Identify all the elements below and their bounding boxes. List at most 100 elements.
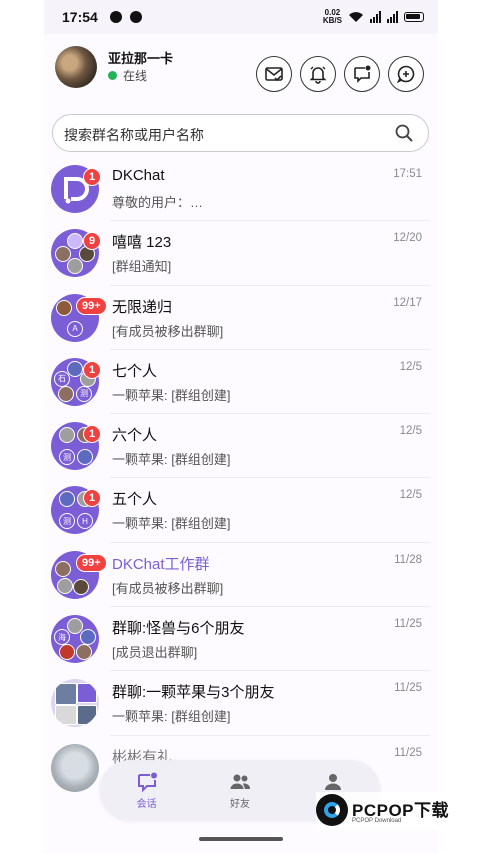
conversation-preview: 一颗苹果: [群组创建] xyxy=(112,516,231,532)
member-avatar xyxy=(55,683,77,706)
notification-button[interactable] xyxy=(300,56,336,92)
watermark-subtext: PCPOP Download xyxy=(352,818,402,824)
search-icon[interactable] xyxy=(394,123,414,143)
conversation-preview: 一颗苹果: [群组创建] xyxy=(112,709,231,725)
conversation-title: 七个人 xyxy=(112,362,158,380)
conversation-list: 1 DKChat 尊敬的用户：… 17:51 9 嘻嘻 123 [群组通知] 1… xyxy=(44,157,438,800)
member-avatar xyxy=(56,299,72,316)
conversation-preview: 尊敬的用户：… xyxy=(112,195,204,210)
member-avatar: 海 xyxy=(54,629,70,646)
friends-icon xyxy=(230,774,251,789)
member-avatar xyxy=(55,560,71,577)
list-item[interactable]: 1 DKChat 尊敬的用户：… 17:51 xyxy=(44,157,438,222)
conversation-time: 12/17 xyxy=(393,296,422,309)
member-avatar xyxy=(73,578,89,595)
member-avatar xyxy=(59,491,75,508)
unread-badge: 1 xyxy=(83,168,102,186)
mail-check-icon xyxy=(265,67,283,82)
tab-chats[interactable]: 会话 xyxy=(112,771,182,810)
avatar[interactable] xyxy=(55,46,97,88)
conversation-time: 12/5 xyxy=(399,425,422,438)
member-avatar xyxy=(55,705,77,726)
conversation-time: 11/28 xyxy=(394,553,422,566)
status-bar: 17:54 0.02 KB/S xyxy=(44,0,438,34)
message-dot-icon xyxy=(354,65,371,83)
member-avatar: 测 xyxy=(59,449,75,466)
conversation-preview: [有成员被移出群聊] xyxy=(112,580,224,596)
list-item[interactable]: 石 测 1 七个人 一颗苹果: [群组创建] 12/5 xyxy=(44,350,438,415)
conversation-title: 六个人 xyxy=(112,427,158,445)
conversation-time: 12/20 xyxy=(393,232,422,245)
new-chat-button[interactable] xyxy=(388,56,424,92)
member-avatar xyxy=(67,233,83,250)
list-item[interactable]: 海 群聊:怪兽与6个朋友 [成员退出群聊] 11/25 xyxy=(44,607,438,672)
member-avatar: 测 xyxy=(59,513,75,530)
member-avatar xyxy=(76,644,92,661)
conversation-preview: 一颗苹果: [群组创建] xyxy=(112,452,231,468)
mail-button[interactable] xyxy=(256,56,292,92)
member-avatar xyxy=(77,449,93,466)
list-item[interactable]: 测 1 六个人 一颗苹果: [群组创建] 12/5 xyxy=(44,414,438,479)
member-avatar xyxy=(77,683,97,704)
group-avatar xyxy=(51,679,99,728)
list-item[interactable]: 9 嘻嘻 123 [群组通知] 12/20 xyxy=(44,221,438,286)
member-avatar xyxy=(77,705,97,726)
chat-icon xyxy=(137,772,157,792)
bell-icon xyxy=(309,66,327,84)
conversation-title: DKChat xyxy=(112,167,165,184)
tab-label: 好友 xyxy=(229,798,250,810)
member-avatar xyxy=(67,258,83,275)
net-speed: 0.02 KB/S xyxy=(322,8,342,25)
member-avatar: 石 xyxy=(54,370,70,387)
wifi-icon xyxy=(349,12,363,22)
list-item[interactable]: 测 H 1 五个人 一颗苹果: [群组创建] 12/5 xyxy=(44,478,438,543)
conversation-time: 12/5 xyxy=(399,360,422,373)
status-indicators: 0.02 KB/S xyxy=(323,9,424,25)
online-dot-icon xyxy=(108,71,117,80)
notification-dot-icon xyxy=(110,11,122,23)
battery-icon xyxy=(404,12,424,22)
unread-badge: 99+ xyxy=(76,553,107,572)
group-avatar: 海 xyxy=(51,615,99,664)
member-avatar xyxy=(59,644,75,661)
avatar xyxy=(51,743,99,792)
list-item[interactable]: 群聊:一颗苹果与3个朋友 一颗苹果: [群组创建] 11/25 xyxy=(44,671,438,736)
signal-icon xyxy=(370,11,381,23)
conversation-time: 12/5 xyxy=(399,489,422,502)
unread-badge: 1 xyxy=(83,360,102,379)
app-screen: 17:54 0.02 KB/S 亚拉那一卡 在线 搜索群名称或用户名称 1 DK… xyxy=(44,0,438,853)
messages-button[interactable] xyxy=(344,56,380,92)
conversation-title: 群聊:一颗苹果与3个朋友 xyxy=(112,684,275,702)
app-notification-icon xyxy=(130,11,142,23)
unread-badge: 99+ xyxy=(76,296,107,315)
profile-header: 亚拉那一卡 在线 xyxy=(44,34,438,106)
conversation-preview: [成员退出群聊] xyxy=(112,645,198,661)
member-avatar xyxy=(57,577,73,594)
tab-friends[interactable]: 好友 xyxy=(205,771,275,810)
pcpop-logo-icon xyxy=(316,794,348,826)
status-label: 在线 xyxy=(123,69,148,83)
member-avatar: H xyxy=(77,513,93,530)
conversation-title: DKChat工作群 xyxy=(112,555,210,573)
conversation-time: 11/25 xyxy=(394,682,422,695)
conversation-title: 群聊:怪兽与6个朋友 xyxy=(112,620,245,638)
signal-icon-2 xyxy=(387,11,398,23)
member-avatar xyxy=(58,385,74,402)
online-status: 在线 xyxy=(108,67,147,84)
profile-icon xyxy=(325,773,342,790)
conversation-time: 11/25 xyxy=(394,618,422,631)
conversation-title: 无限递归 xyxy=(112,298,173,316)
home-indicator[interactable] xyxy=(199,837,283,841)
conversation-preview: 一颗苹果: [群组创建] xyxy=(112,387,231,403)
conversation-title: 嘻嘻 123 xyxy=(112,234,172,252)
list-item[interactable]: 99+ DKChat工作群 [有成员被移出群聊] 11/28 xyxy=(44,543,438,608)
conversation-preview: [有成员被移出群聊] xyxy=(112,323,224,339)
member-avatar: A xyxy=(67,320,83,337)
search-input[interactable]: 搜索群名称或用户名称 xyxy=(52,114,429,152)
watermark: PCPOP下载 PCPOP Download xyxy=(316,792,466,830)
tab-label: 会话 xyxy=(136,798,157,810)
member-avatar xyxy=(80,629,96,646)
status-time: 17:54 xyxy=(62,9,98,25)
conversation-preview: [群组通知] xyxy=(112,259,172,275)
list-item[interactable]: A 99+ 无限递归 [有成员被移出群聊] 12/17 xyxy=(44,286,438,350)
